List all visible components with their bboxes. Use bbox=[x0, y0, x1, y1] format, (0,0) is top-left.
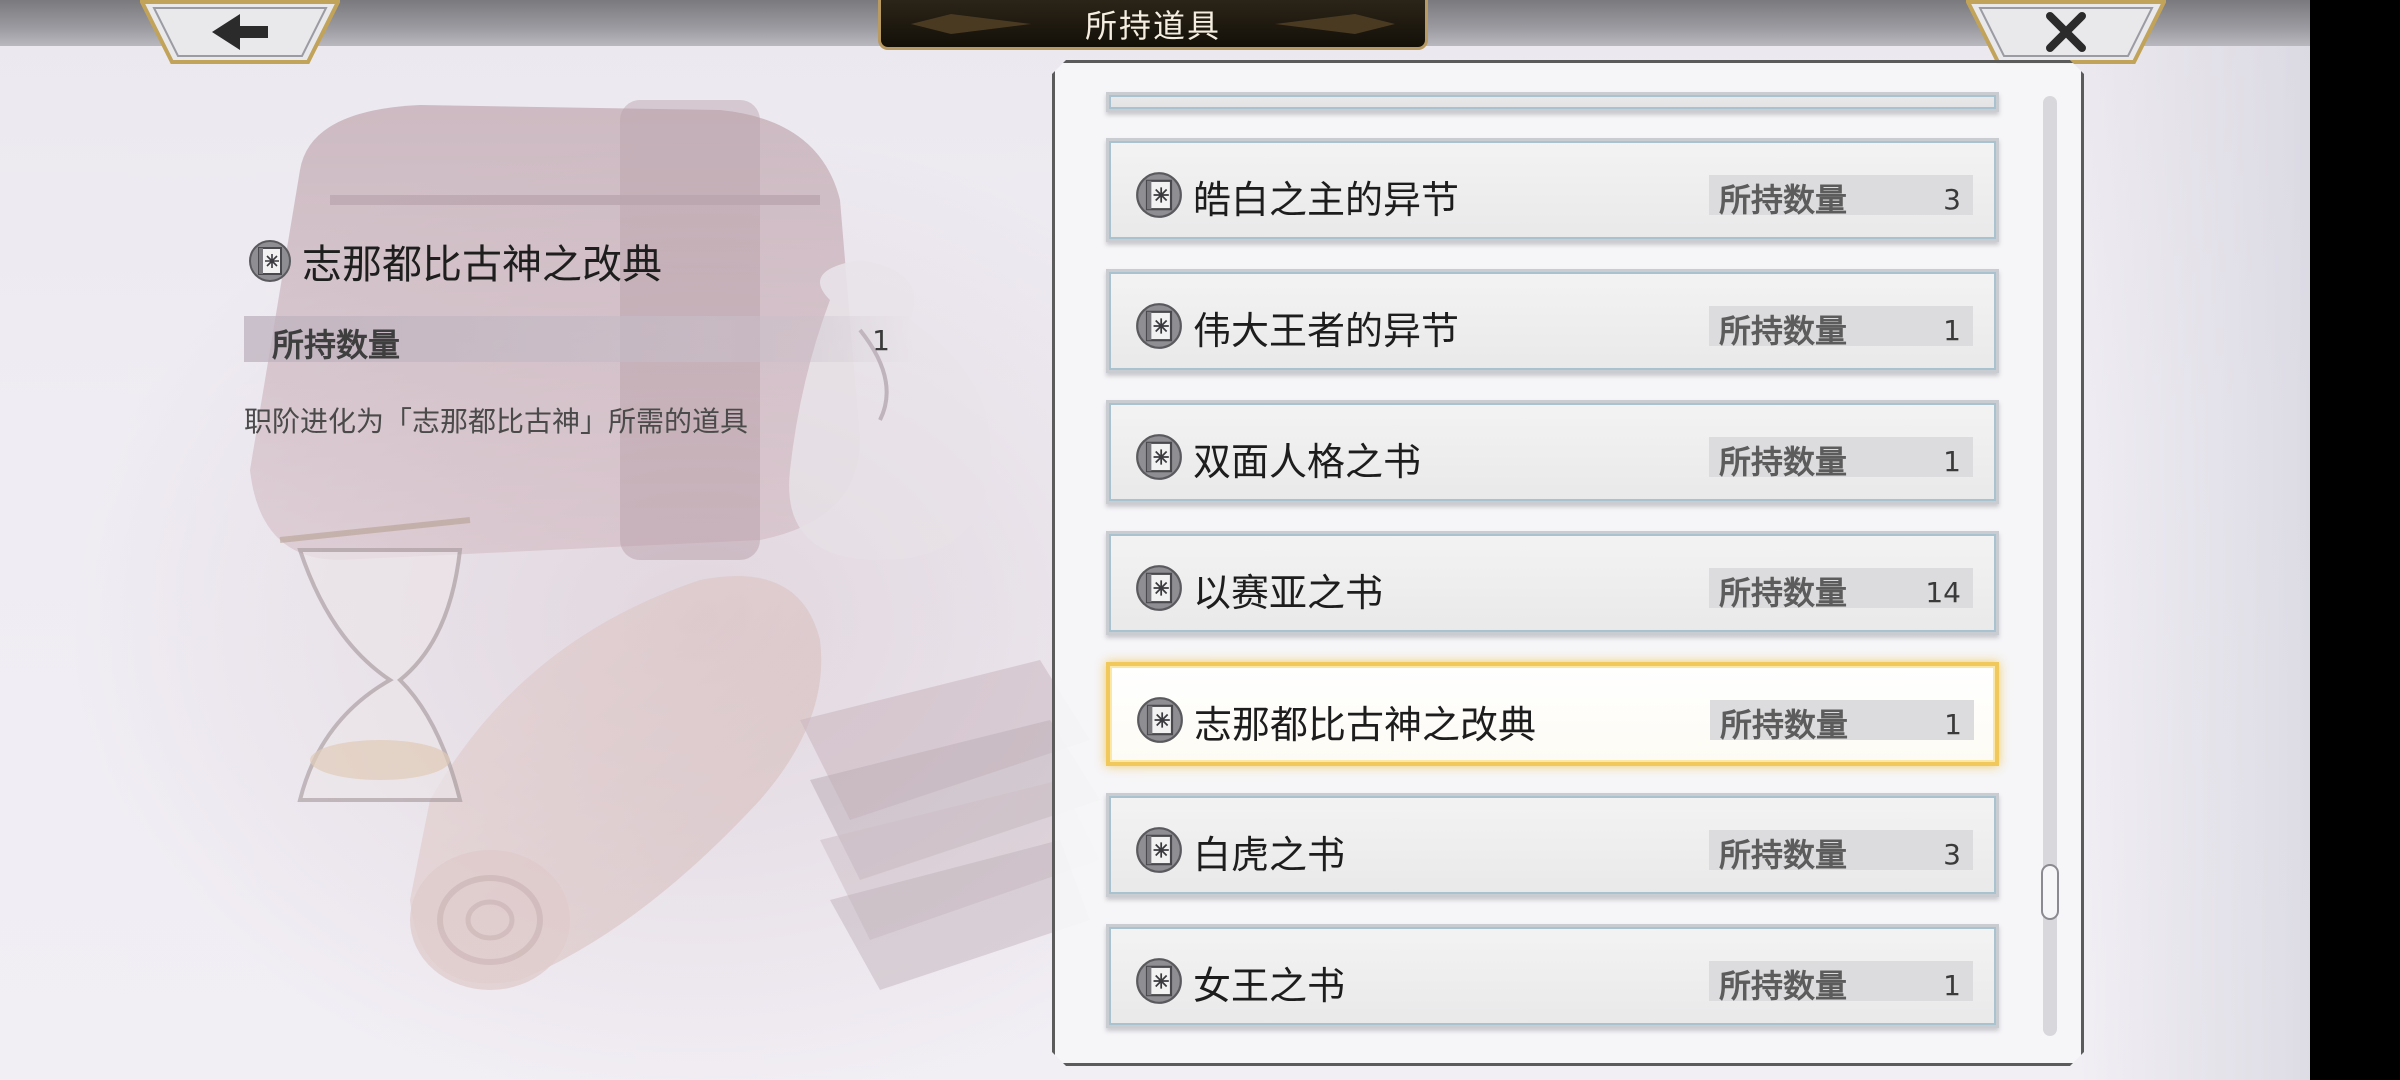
title-ornament-left bbox=[911, 14, 1031, 34]
title-ornament-right bbox=[1275, 14, 1395, 34]
back-button[interactable] bbox=[140, 0, 340, 64]
item-quantity-label: 所持数量 bbox=[1719, 181, 1848, 219]
right-fade bbox=[2080, 0, 2310, 1080]
item-quantity-value: 3 bbox=[1943, 838, 1961, 871]
list-item-partial[interactable] bbox=[1106, 92, 1999, 112]
item-quantity: 所持数量 1 bbox=[1709, 306, 1973, 350]
book-icon bbox=[1137, 697, 1183, 743]
list-item[interactable]: 伟大王者的异节 所持数量 1 bbox=[1106, 269, 1999, 373]
item-quantity-label: 所持数量 bbox=[1719, 967, 1848, 1005]
book-icon bbox=[1136, 565, 1182, 611]
item-quantity: 所持数量 1 bbox=[1710, 700, 1974, 744]
list-item[interactable]: 皓白之主的异节 所持数量 3 bbox=[1106, 138, 1999, 242]
item-name: 志那都比古神之改典 bbox=[1194, 703, 1537, 747]
item-quantity-value: 14 bbox=[1925, 576, 1961, 609]
item-icon bbox=[1136, 696, 1184, 748]
list-item[interactable]: 白虎之书 所持数量 3 bbox=[1106, 793, 1999, 897]
detail-quantity-value: 1 bbox=[872, 324, 890, 357]
item-quantity: 所持数量 1 bbox=[1709, 437, 1973, 481]
item-quantity-label: 所持数量 bbox=[1719, 443, 1848, 481]
item-quantity-value: 1 bbox=[1943, 314, 1961, 347]
close-x-icon bbox=[1966, 0, 2166, 64]
item-icon bbox=[1135, 826, 1183, 878]
page-title: 所持道具 bbox=[1084, 6, 1221, 45]
item-quantity-value: 1 bbox=[1943, 445, 1961, 478]
item-quantity-value: 1 bbox=[1943, 969, 1961, 1002]
close-button[interactable] bbox=[1966, 0, 2166, 64]
item-icon bbox=[1135, 433, 1183, 485]
book-icon bbox=[249, 240, 291, 282]
item-icon bbox=[1135, 564, 1183, 616]
scrollbar-thumb[interactable] bbox=[2041, 864, 2059, 920]
item-icon bbox=[1135, 957, 1183, 1009]
detail-item-name: 志那都比古神之改典 bbox=[248, 232, 662, 290]
item-quantity: 所持数量 3 bbox=[1709, 830, 1973, 874]
item-quantity-label: 所持数量 bbox=[1719, 574, 1848, 612]
arrow-left-icon bbox=[140, 0, 340, 64]
item-quantity-value: 1 bbox=[1944, 708, 1962, 741]
list-item[interactable]: 女王之书 所持数量 1 bbox=[1106, 924, 1999, 1028]
list-item[interactable]: 以赛亚之书 所持数量 14 bbox=[1106, 531, 1999, 635]
detail-description: 职阶进化为「志那都比古神」所需的道具 bbox=[244, 405, 749, 438]
list-item[interactable]: 双面人格之书 所持数量 1 bbox=[1106, 400, 1999, 504]
detail-quantity-label: 所持数量 bbox=[272, 326, 401, 364]
item-quantity-label: 所持数量 bbox=[1720, 706, 1849, 744]
item-quantity-value: 3 bbox=[1943, 183, 1961, 216]
detail-name-label: 志那都比古神之改典 bbox=[302, 242, 662, 288]
screen-edge bbox=[2310, 0, 2400, 1080]
title-plate: 所持道具 bbox=[878, 0, 1428, 50]
item-quantity-label: 所持数量 bbox=[1719, 836, 1848, 874]
game-screen: 所持道具 志那都比古神之改典 所持数量 1 职阶进化为「志那都比古神」所需的道具… bbox=[0, 0, 2310, 1080]
item-name: 伟大王者的异节 bbox=[1193, 309, 1460, 353]
item-quantity: 所持数量 1 bbox=[1709, 961, 1973, 1005]
detail-quantity-bar: 所持数量 1 bbox=[244, 316, 914, 364]
book-icon bbox=[1136, 958, 1182, 1004]
item-icon bbox=[1135, 171, 1183, 223]
list-item-selected[interactable]: 志那都比古神之改典 所持数量 1 bbox=[1106, 662, 1999, 766]
book-icon bbox=[1136, 827, 1182, 873]
book-icon bbox=[1136, 303, 1182, 349]
item-quantity-label: 所持数量 bbox=[1719, 312, 1848, 350]
item-name: 白虎之书 bbox=[1193, 833, 1346, 877]
item-name: 皓白之主的异节 bbox=[1193, 178, 1460, 222]
item-name: 女王之书 bbox=[1193, 964, 1346, 1008]
item-icon bbox=[1135, 302, 1183, 354]
item-quantity: 所持数量 14 bbox=[1709, 568, 1973, 612]
book-icon bbox=[1136, 434, 1182, 480]
book-icon bbox=[1136, 172, 1182, 218]
item-quantity: 所持数量 3 bbox=[1709, 175, 1973, 219]
item-name: 以赛亚之书 bbox=[1193, 571, 1384, 615]
item-name: 双面人格之书 bbox=[1193, 440, 1422, 484]
